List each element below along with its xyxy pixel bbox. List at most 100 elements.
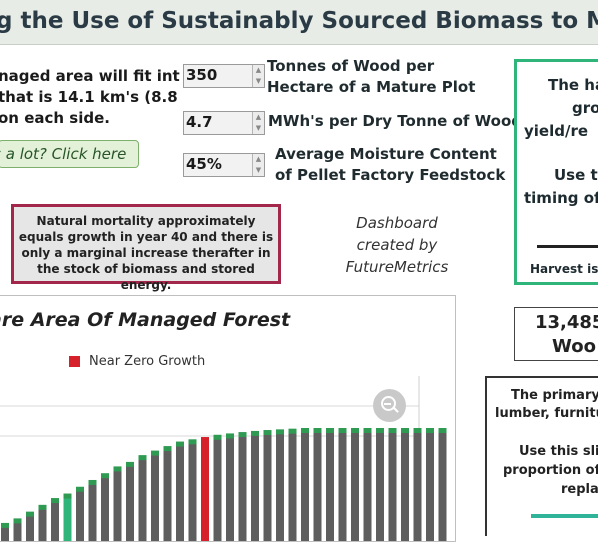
chart-bar-cap xyxy=(88,479,97,485)
chart-bar xyxy=(138,459,147,541)
chart-bar-cap xyxy=(351,428,359,433)
chart-bar-cap xyxy=(288,428,297,434)
chart-bar xyxy=(101,477,109,541)
dashboard-credit: Dashboard created by FutureMetrics xyxy=(334,212,460,278)
panel-line: lumber, furnitu xyxy=(495,406,598,421)
label-line: MWh's per Dry Tonne of Wood xyxy=(268,112,522,130)
mwh-per-tonne-value: 4.7 xyxy=(186,113,213,131)
chart-bar-cap xyxy=(301,428,309,433)
spinner-arrows[interactable]: ▲ ▼ xyxy=(252,154,264,176)
chart-bar-cap xyxy=(151,450,159,456)
chart-bar xyxy=(1,526,9,541)
chart-bar-cap xyxy=(313,428,322,433)
chart-bar xyxy=(151,454,159,541)
chart-bar xyxy=(176,445,184,541)
chart-bar xyxy=(51,502,59,541)
chart-bar-cap xyxy=(263,430,272,436)
harvest-label: Harvest is xyxy=(530,262,598,276)
moisture-content-input[interactable]: 45% ▲ ▼ xyxy=(183,153,265,177)
chart-bar xyxy=(126,465,134,541)
panel-line: repla xyxy=(561,482,598,497)
chart-bar-cap xyxy=(438,428,447,433)
wood-count-value: 13,485 xyxy=(535,312,598,333)
chart-bar-cap xyxy=(63,493,72,499)
label-line: Average Moisture Content xyxy=(275,145,497,163)
spin-down-icon[interactable]: ▼ xyxy=(253,76,264,87)
chart-bar xyxy=(26,515,34,541)
spinner-arrows[interactable]: ▲ ▼ xyxy=(252,65,264,87)
panel-line: Use this slic xyxy=(519,444,598,459)
minus-icon xyxy=(384,403,391,405)
spin-up-icon[interactable]: ▲ xyxy=(253,154,264,165)
panel-line: timing of xyxy=(524,189,598,207)
chart-bar-cap xyxy=(338,428,347,433)
panel-line: The ha xyxy=(548,76,598,94)
chart-bar xyxy=(226,437,234,541)
harvest-timing-panel: The ha gro yield/re Use thi timing of Ha… xyxy=(514,59,598,285)
chart-bar xyxy=(63,497,72,541)
mwh-per-tonne-input[interactable]: 4.7 ▲ ▼ xyxy=(183,111,265,135)
chart-bar-cap xyxy=(201,437,209,443)
spin-up-icon[interactable]: ▲ xyxy=(253,65,264,76)
chart-bar xyxy=(376,432,384,541)
chart-bar xyxy=(351,432,359,541)
chart-bar xyxy=(326,432,334,541)
chart-bar-cap xyxy=(188,439,197,445)
wood-per-hectare-input[interactable]: 350 ▲ ▼ xyxy=(183,64,265,88)
panel-line: yield/re xyxy=(524,122,589,140)
credit-line: FutureMetrics xyxy=(345,258,449,276)
page-title: g the Use of Sustainably Sourced Biomass… xyxy=(0,8,598,34)
harvest-slider-track[interactable] xyxy=(537,245,598,248)
chart-bar xyxy=(401,432,409,541)
chart-bar-cap xyxy=(163,446,172,452)
panel-line: proportion of xyxy=(503,463,598,478)
is-a-lot-link-button[interactable]: is a lot? Click here xyxy=(0,140,139,168)
moisture-content-label: Average Moisture Content of Pellet Facto… xyxy=(275,144,505,186)
chart-bar xyxy=(13,522,22,541)
chart-bar xyxy=(263,434,272,541)
chart-bar xyxy=(288,432,297,541)
credit-line: Dashboard xyxy=(356,214,438,232)
chart-bar-cap xyxy=(226,433,234,439)
zoom-out-button[interactable] xyxy=(373,389,406,422)
chart-bar-cap xyxy=(138,455,147,461)
chart-bar xyxy=(338,432,347,541)
chart-bar-cap xyxy=(376,428,384,433)
chart-bar xyxy=(388,432,397,541)
chart-bar-cap xyxy=(213,434,222,440)
spinner-arrows[interactable]: ▲ ▼ xyxy=(252,112,264,134)
chart-bar xyxy=(363,432,372,541)
chart-bar-cap xyxy=(113,466,122,472)
chart-bar-cap xyxy=(51,498,59,504)
intro-line: that is 14.1 km's (8.8 xyxy=(0,88,178,106)
chart-bar-cap xyxy=(13,518,22,524)
chart-bar-cap xyxy=(126,461,134,467)
spin-down-icon[interactable]: ▼ xyxy=(253,123,264,134)
wood-count-box: 13,485 Woo xyxy=(514,307,598,361)
chart-bar-cap xyxy=(76,486,84,492)
chart-bar xyxy=(113,470,122,541)
moisture-content-value: 45% xyxy=(186,155,222,173)
chart-bar-cap xyxy=(388,428,397,433)
chart-bar-cap xyxy=(38,504,47,510)
chart-bar xyxy=(188,443,197,541)
spin-up-icon[interactable]: ▲ xyxy=(253,112,264,123)
intro-text: naged area will fit into that is 14.1 km… xyxy=(0,66,180,129)
chart-bar-cap xyxy=(1,522,9,528)
label-line: Tonnes of Wood per xyxy=(267,57,435,75)
chart-bar-cap xyxy=(401,428,409,433)
primary-slider-track[interactable] xyxy=(531,514,598,518)
label-line: Hectare of a Mature Plot xyxy=(267,78,476,96)
chart-bar-cap xyxy=(238,432,247,438)
chart-bar xyxy=(438,432,447,541)
chart-bar-cap xyxy=(276,429,284,435)
chart-bar xyxy=(213,438,222,541)
magnifier-handle xyxy=(393,407,399,413)
panel-line: gro xyxy=(572,99,598,117)
spin-down-icon[interactable]: ▼ xyxy=(253,165,264,176)
chart-bar xyxy=(201,441,209,541)
title-bar: g the Use of Sustainably Sourced Biomass… xyxy=(0,0,598,45)
intro-line: naged area will fit into xyxy=(0,67,180,85)
chart-bar xyxy=(38,508,47,541)
chart-bar xyxy=(313,432,322,541)
